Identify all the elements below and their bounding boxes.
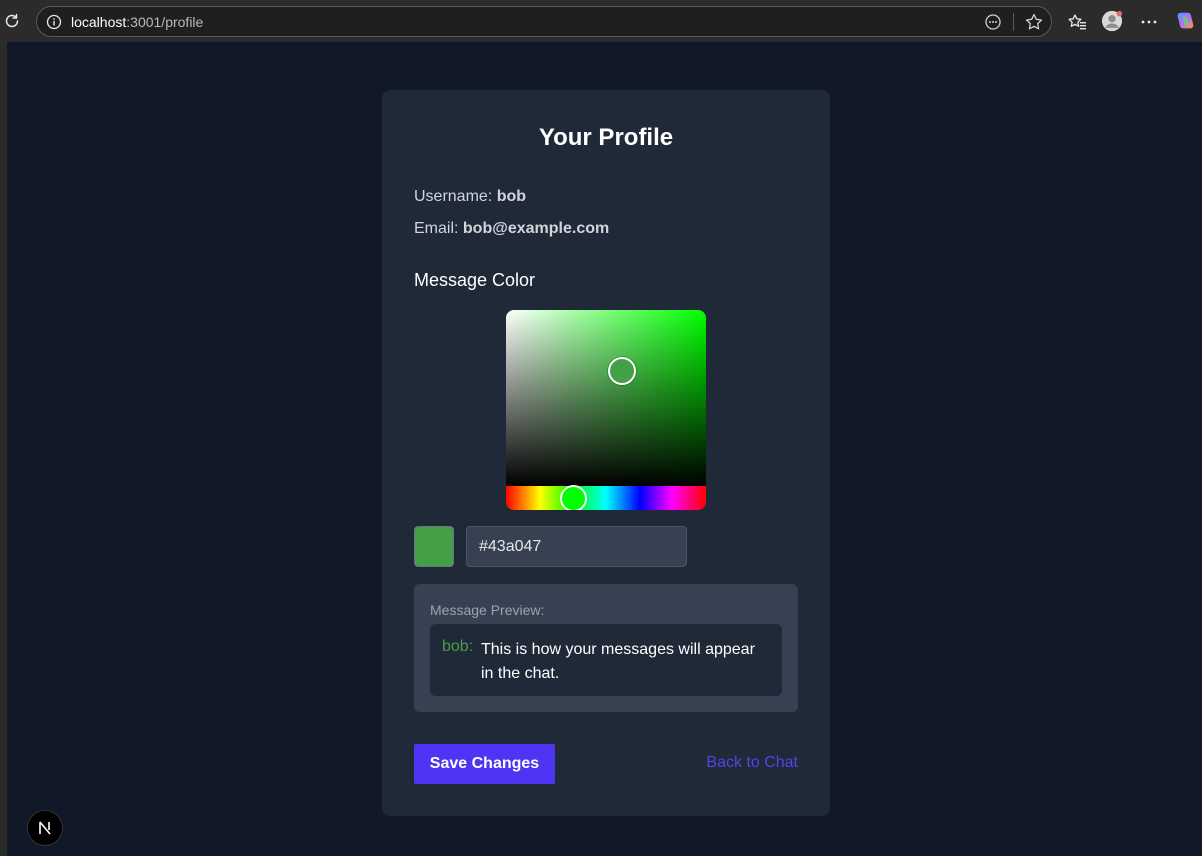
email-row: Email: bob@example.com	[414, 220, 609, 238]
username-value: bob	[496, 188, 527, 205]
username-row: Username: bob	[414, 188, 526, 206]
username-label: Username:	[414, 188, 493, 205]
info-icon[interactable]	[45, 13, 63, 31]
page-title: Your Profile	[538, 124, 674, 151]
url-path: :3001/profile	[126, 14, 204, 30]
back-to-chat-link[interactable]: Back to Chat	[706, 754, 798, 772]
message-preview-label: Message Preview:	[430, 602, 545, 618]
email-value: bob@example.com	[462, 220, 610, 237]
star-icon[interactable]	[1024, 12, 1044, 32]
favorites-icon[interactable]	[1066, 11, 1088, 33]
message-preview: Message Preview: bob: This is how your m…	[414, 584, 798, 712]
more-icon[interactable]	[1138, 11, 1160, 33]
preview-text: This is how your messages will appear in…	[481, 641, 755, 682]
url-host: localhost	[71, 14, 127, 30]
url-text[interactable]: localhost:3001/profile	[71, 14, 203, 30]
reader-mode-icon[interactable]	[984, 13, 1002, 31]
email-label: Email:	[414, 220, 459, 237]
nextjs-icon[interactable]	[27, 810, 63, 846]
preview-username: bob:	[442, 638, 474, 655]
hue-slider[interactable]	[506, 485, 706, 510]
save-changes-button[interactable]: Save Changes	[414, 744, 555, 784]
hue-pointer[interactable]	[560, 485, 587, 510]
browser-toolbar: localhost:3001/profile	[0, 0, 1202, 42]
address-divider	[1013, 13, 1014, 31]
profile-card: Your Profile Username: bob Email: bob@ex…	[382, 90, 830, 816]
saturation-pointer[interactable]	[608, 357, 636, 385]
reload-icon[interactable]	[2, 11, 22, 31]
hex-color-input[interactable]	[466, 526, 687, 567]
color-picker	[506, 310, 706, 510]
address-bar[interactable]: localhost:3001/profile	[36, 6, 1052, 37]
preview-message: bob: This is how your messages will appe…	[430, 624, 782, 696]
message-color-heading: Message Color	[414, 270, 536, 290]
avatar[interactable]	[1101, 10, 1123, 32]
saturation-area[interactable]	[506, 310, 706, 486]
color-swatch	[414, 526, 454, 567]
page-viewport: Your Profile Username: bob Email: bob@ex…	[7, 42, 1202, 856]
copilot-icon[interactable]	[1174, 10, 1196, 32]
